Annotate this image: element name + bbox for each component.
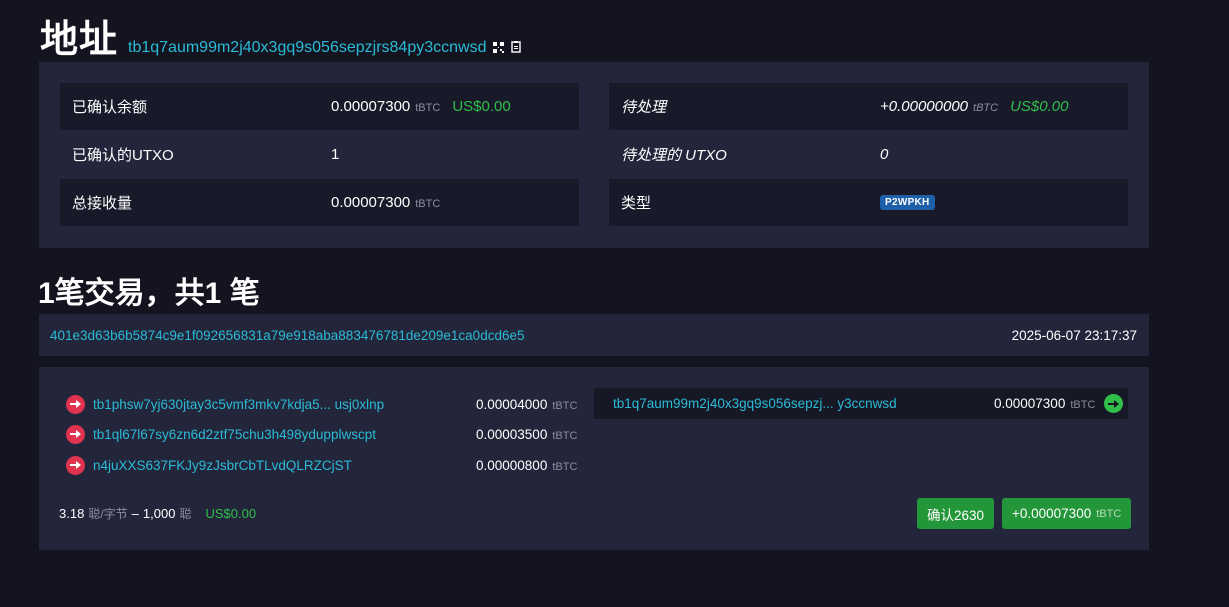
transactions-title: 1笔交易，共1 笔	[38, 277, 260, 310]
fee-separator: –	[131, 506, 139, 521]
total-received-row: 总接收量 0.00007300 tBTC	[60, 179, 579, 226]
pending-label: 待处理	[621, 99, 667, 116]
confirmed-balance-usd: US$0.00	[452, 98, 511, 115]
confirmed-balance-value: 0.00007300	[331, 98, 411, 115]
fee-amount: 1,000	[142, 506, 176, 521]
fee-unit: 聪	[179, 507, 192, 521]
fee-rate-unit: 聪/字节	[88, 507, 128, 521]
confirmed-balance-row: 已确认余额 0.00007300 tBTC US$0.00	[60, 83, 579, 130]
input-address[interactable]: n4juXXS637FKJy9zJsbrCbTLvdQLRZCjST	[93, 458, 352, 473]
confirmed-utxo-row: 已确认的UTXO 1	[60, 131, 579, 178]
address-header: 地址 tb1q7aum99m2j40x3gq9s056sepzjrs84py3c…	[40, 8, 522, 61]
tx-timestamp: 2025-06-07 23:17:37	[1011, 327, 1137, 343]
copy-icon[interactable]	[511, 40, 522, 53]
pending-utxo-value: 0	[880, 146, 889, 163]
confirmed-utxo-value: 1	[331, 146, 340, 163]
input-amount: 0.00004000	[476, 396, 548, 412]
total-received-value: 0.00007300	[331, 194, 411, 211]
tx-input: tb1ql67l67sy6zn6d2ztf75chu3h498ydupplwsc…	[66, 424, 578, 444]
tx-fee: 3.18 聪/字节 – 1,000 聪 US$0.00	[59, 505, 256, 522]
confirmed-balance-label: 已确认余额	[72, 99, 148, 116]
type-row: 类型 P2WPKH	[609, 179, 1128, 226]
total-received-unit: tBTC	[415, 198, 441, 210]
tx-output: tb1q7aum99m2j40x3gq9s056sepzj... y3ccnws…	[594, 388, 1128, 419]
confirmed-balance-unit: tBTC	[415, 102, 441, 114]
input-arrow-icon[interactable]	[66, 394, 85, 414]
output-address[interactable]: tb1q7aum99m2j40x3gq9s056sepzj... y3ccnws…	[613, 396, 897, 411]
tx-details: tb1phsw7yj630jtay3c5vmf3mkv7kdja5... usj…	[39, 367, 1149, 550]
page-title: 地址	[40, 19, 119, 61]
output-amount: 0.00007300	[994, 396, 1066, 411]
total-received-label: 总接收量	[72, 195, 133, 212]
pending-utxo-row: 待处理的 UTXO 0	[609, 131, 1128, 178]
tx-input: n4juXXS637FKJy9zJsbrCbTLvdQLRZCjST 0.000…	[66, 455, 578, 475]
txid-link[interactable]: 401e3d63b6b5874c9e1f092656831a79e918aba8…	[50, 328, 524, 343]
input-unit: tBTC	[552, 399, 578, 412]
input-unit: tBTC	[552, 460, 578, 473]
net-amount: +0.00007300	[1012, 506, 1092, 521]
pending-utxo-label: 待处理的 UTXO	[621, 147, 727, 164]
pending-unit: tBTC	[973, 102, 999, 114]
input-address[interactable]: tb1ql67l67sy6zn6d2ztf75chu3h498ydupplwsc…	[93, 427, 376, 442]
pending-row: 待处理 +0.00000000 tBTC US$0.00	[609, 83, 1128, 130]
input-amount: 0.00000800	[476, 457, 548, 473]
output-arrow-icon[interactable]	[1104, 394, 1123, 413]
address-hash[interactable]: tb1q7aum99m2j40x3gq9s056sepzjrs84py3ccnw…	[128, 39, 486, 57]
input-unit: tBTC	[552, 429, 578, 442]
type-label: 类型	[621, 195, 652, 212]
pending-usd: US$0.00	[1010, 98, 1069, 115]
net-amount-button[interactable]: +0.00007300 tBTC	[1002, 498, 1132, 529]
address-summary: 已确认余额 0.00007300 tBTC US$0.00 已确认的UTXO 1…	[39, 62, 1149, 248]
qr-code-icon[interactable]	[493, 40, 505, 53]
output-unit: tBTC	[1070, 399, 1096, 411]
confirmations-label: 确认2630	[927, 507, 985, 523]
fee-usd: US$0.00	[205, 506, 257, 521]
input-address[interactable]: tb1phsw7yj630jtay3c5vmf3mkv7kdja5... usj…	[93, 397, 384, 412]
confirmations-button[interactable]: 确认2630	[917, 498, 995, 529]
pending-value: +0.00000000	[880, 98, 969, 115]
input-amount: 0.00003500	[476, 426, 548, 442]
input-arrow-icon[interactable]	[66, 455, 85, 475]
tx-header: 401e3d63b6b5874c9e1f092656831a79e918aba8…	[39, 314, 1149, 356]
tx-input: tb1phsw7yj630jtay3c5vmf3mkv7kdja5... usj…	[66, 394, 578, 414]
fee-rate: 3.18	[59, 506, 85, 521]
address-type-badge: P2WPKH	[880, 195, 935, 210]
input-arrow-icon[interactable]	[66, 424, 85, 444]
confirmed-utxo-label: 已确认的UTXO	[72, 147, 174, 164]
net-amount-unit: tBTC	[1096, 507, 1122, 520]
